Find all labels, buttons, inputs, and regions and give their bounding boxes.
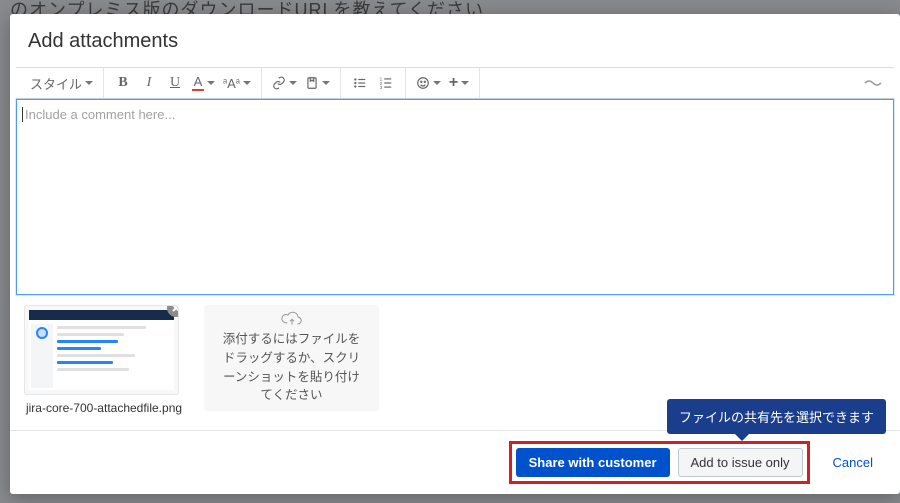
link-button[interactable]	[268, 71, 301, 95]
collapse-toolbar-button[interactable]	[856, 74, 890, 92]
italic-button[interactable]: I	[136, 71, 162, 95]
underline-button[interactable]: U	[162, 71, 188, 95]
numbered-list-icon: 123	[379, 76, 393, 90]
modal-header: Add attachments	[10, 14, 900, 67]
attachment-icon	[305, 76, 319, 90]
style-dropdown[interactable]: スタイル	[26, 71, 97, 95]
chevron-down-icon	[85, 81, 93, 89]
svg-text:3: 3	[379, 85, 382, 90]
attachment-item: jira-core-700-attachedfile.png	[24, 305, 184, 415]
upload-cloud-icon	[277, 311, 307, 326]
text-color-bar	[192, 89, 204, 91]
chevron-down-icon	[433, 81, 441, 89]
chevron-down-icon	[207, 81, 215, 89]
editor-placeholder: Include a comment here...	[25, 107, 175, 122]
chevron-down-icon	[243, 81, 251, 89]
editor-placeholder-text: Include a comment here...	[25, 107, 175, 122]
chevron-down-icon	[289, 81, 297, 89]
attachment-button[interactable]	[301, 71, 334, 95]
text-color-button[interactable]: A	[188, 71, 219, 95]
editor-toolbar: スタイル B I U A ᵃAᵃ	[16, 67, 894, 99]
add-to-issue-only-button[interactable]: Add to issue only	[678, 448, 803, 477]
modal-footer: Share with customer Add to issue only Ca…	[10, 430, 900, 494]
emoji-button[interactable]	[412, 71, 445, 95]
dropzone-text: 添付するにはファイルをドラッグするか、スクリーンショットを貼り付けてください	[218, 330, 365, 405]
sub-super-button[interactable]: ᵃAᵃ	[219, 71, 255, 95]
chevron-down-icon	[461, 81, 469, 89]
bold-button[interactable]: B	[110, 71, 136, 95]
link-icon	[272, 76, 286, 90]
share-tooltip: ファイルの共有先を選択できます	[667, 399, 886, 434]
bullet-list-icon	[353, 76, 367, 90]
attachment-thumbnail[interactable]	[24, 305, 179, 395]
text-cursor	[22, 107, 23, 122]
bullet-list-button[interactable]	[347, 71, 373, 95]
attachment-filename: jira-core-700-attachedfile.png	[24, 401, 184, 415]
chevron-down-icon	[322, 81, 330, 89]
comment-editor[interactable]: Include a comment here...	[16, 99, 894, 295]
highlighted-buttons: Share with customer Add to issue only	[509, 441, 810, 484]
insert-more-button[interactable]: +	[445, 71, 473, 95]
style-dropdown-label: スタイル	[30, 74, 82, 93]
cancel-button[interactable]: Cancel	[820, 448, 886, 477]
numbered-list-button[interactable]: 123	[373, 71, 399, 95]
collapse-icon	[864, 77, 882, 87]
close-icon	[171, 305, 179, 313]
emoji-icon	[416, 76, 430, 90]
modal-title: Add attachments	[28, 30, 882, 53]
add-attachments-modal: Add attachments スタイル B I U A	[10, 14, 900, 494]
text-color-letter: A	[194, 75, 203, 88]
attachment-dropzone[interactable]: 添付するにはファイルをドラッグするか、スクリーンショットを貼り付けてください	[204, 305, 379, 411]
share-with-customer-button[interactable]: Share with customer	[516, 448, 670, 477]
